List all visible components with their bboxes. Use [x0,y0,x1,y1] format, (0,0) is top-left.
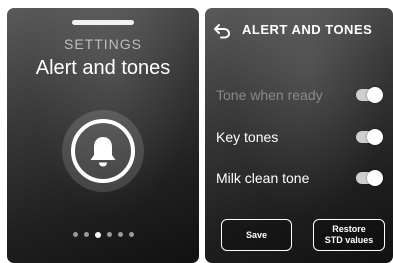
setting-label: Milk clean tone [216,170,310,186]
page-dot[interactable] [83,232,89,237]
bell-icon [90,137,116,167]
page-indicator [7,231,199,238]
setting-row-tone-when-ready: Tone when ready [216,85,384,105]
page-dot[interactable] [72,232,78,237]
setting-label: Key tones [216,129,279,145]
page-title: Alert and tones [35,57,171,79]
setting-label: Tone when ready [216,87,323,103]
section-label: SETTINGS [63,36,142,52]
page-dot[interactable] [106,232,112,237]
tone-when-ready-toggle[interactable] [356,87,383,103]
alert-tones-settings-screen: ALERT AND TONES Tone when ready Key tone… [205,8,393,263]
header-title: ALERT AND TONES [242,22,373,37]
setting-row-key-tones: Key tones [216,127,384,147]
setting-row-milk-clean-tone: Milk clean tone [216,168,384,188]
alert-tones-tile[interactable] [62,110,144,192]
key-tones-toggle[interactable] [356,129,383,145]
toggle-knob [367,87,383,103]
bell-ring [71,119,135,183]
page-dot[interactable] [128,232,134,237]
drag-handle[interactable] [72,20,134,25]
restore-std-values-button[interactable]: Restore STD values [313,219,385,251]
back-arrow-icon[interactable] [213,23,231,39]
milk-clean-tone-toggle[interactable] [356,170,383,186]
toggle-knob [367,170,383,186]
page-dot[interactable] [117,232,123,237]
save-button[interactable]: Save [221,219,292,251]
settings-carousel-screen: SETTINGS Alert and tones [7,8,199,263]
toggle-knob [367,129,383,145]
page-dot-active[interactable] [94,231,101,238]
